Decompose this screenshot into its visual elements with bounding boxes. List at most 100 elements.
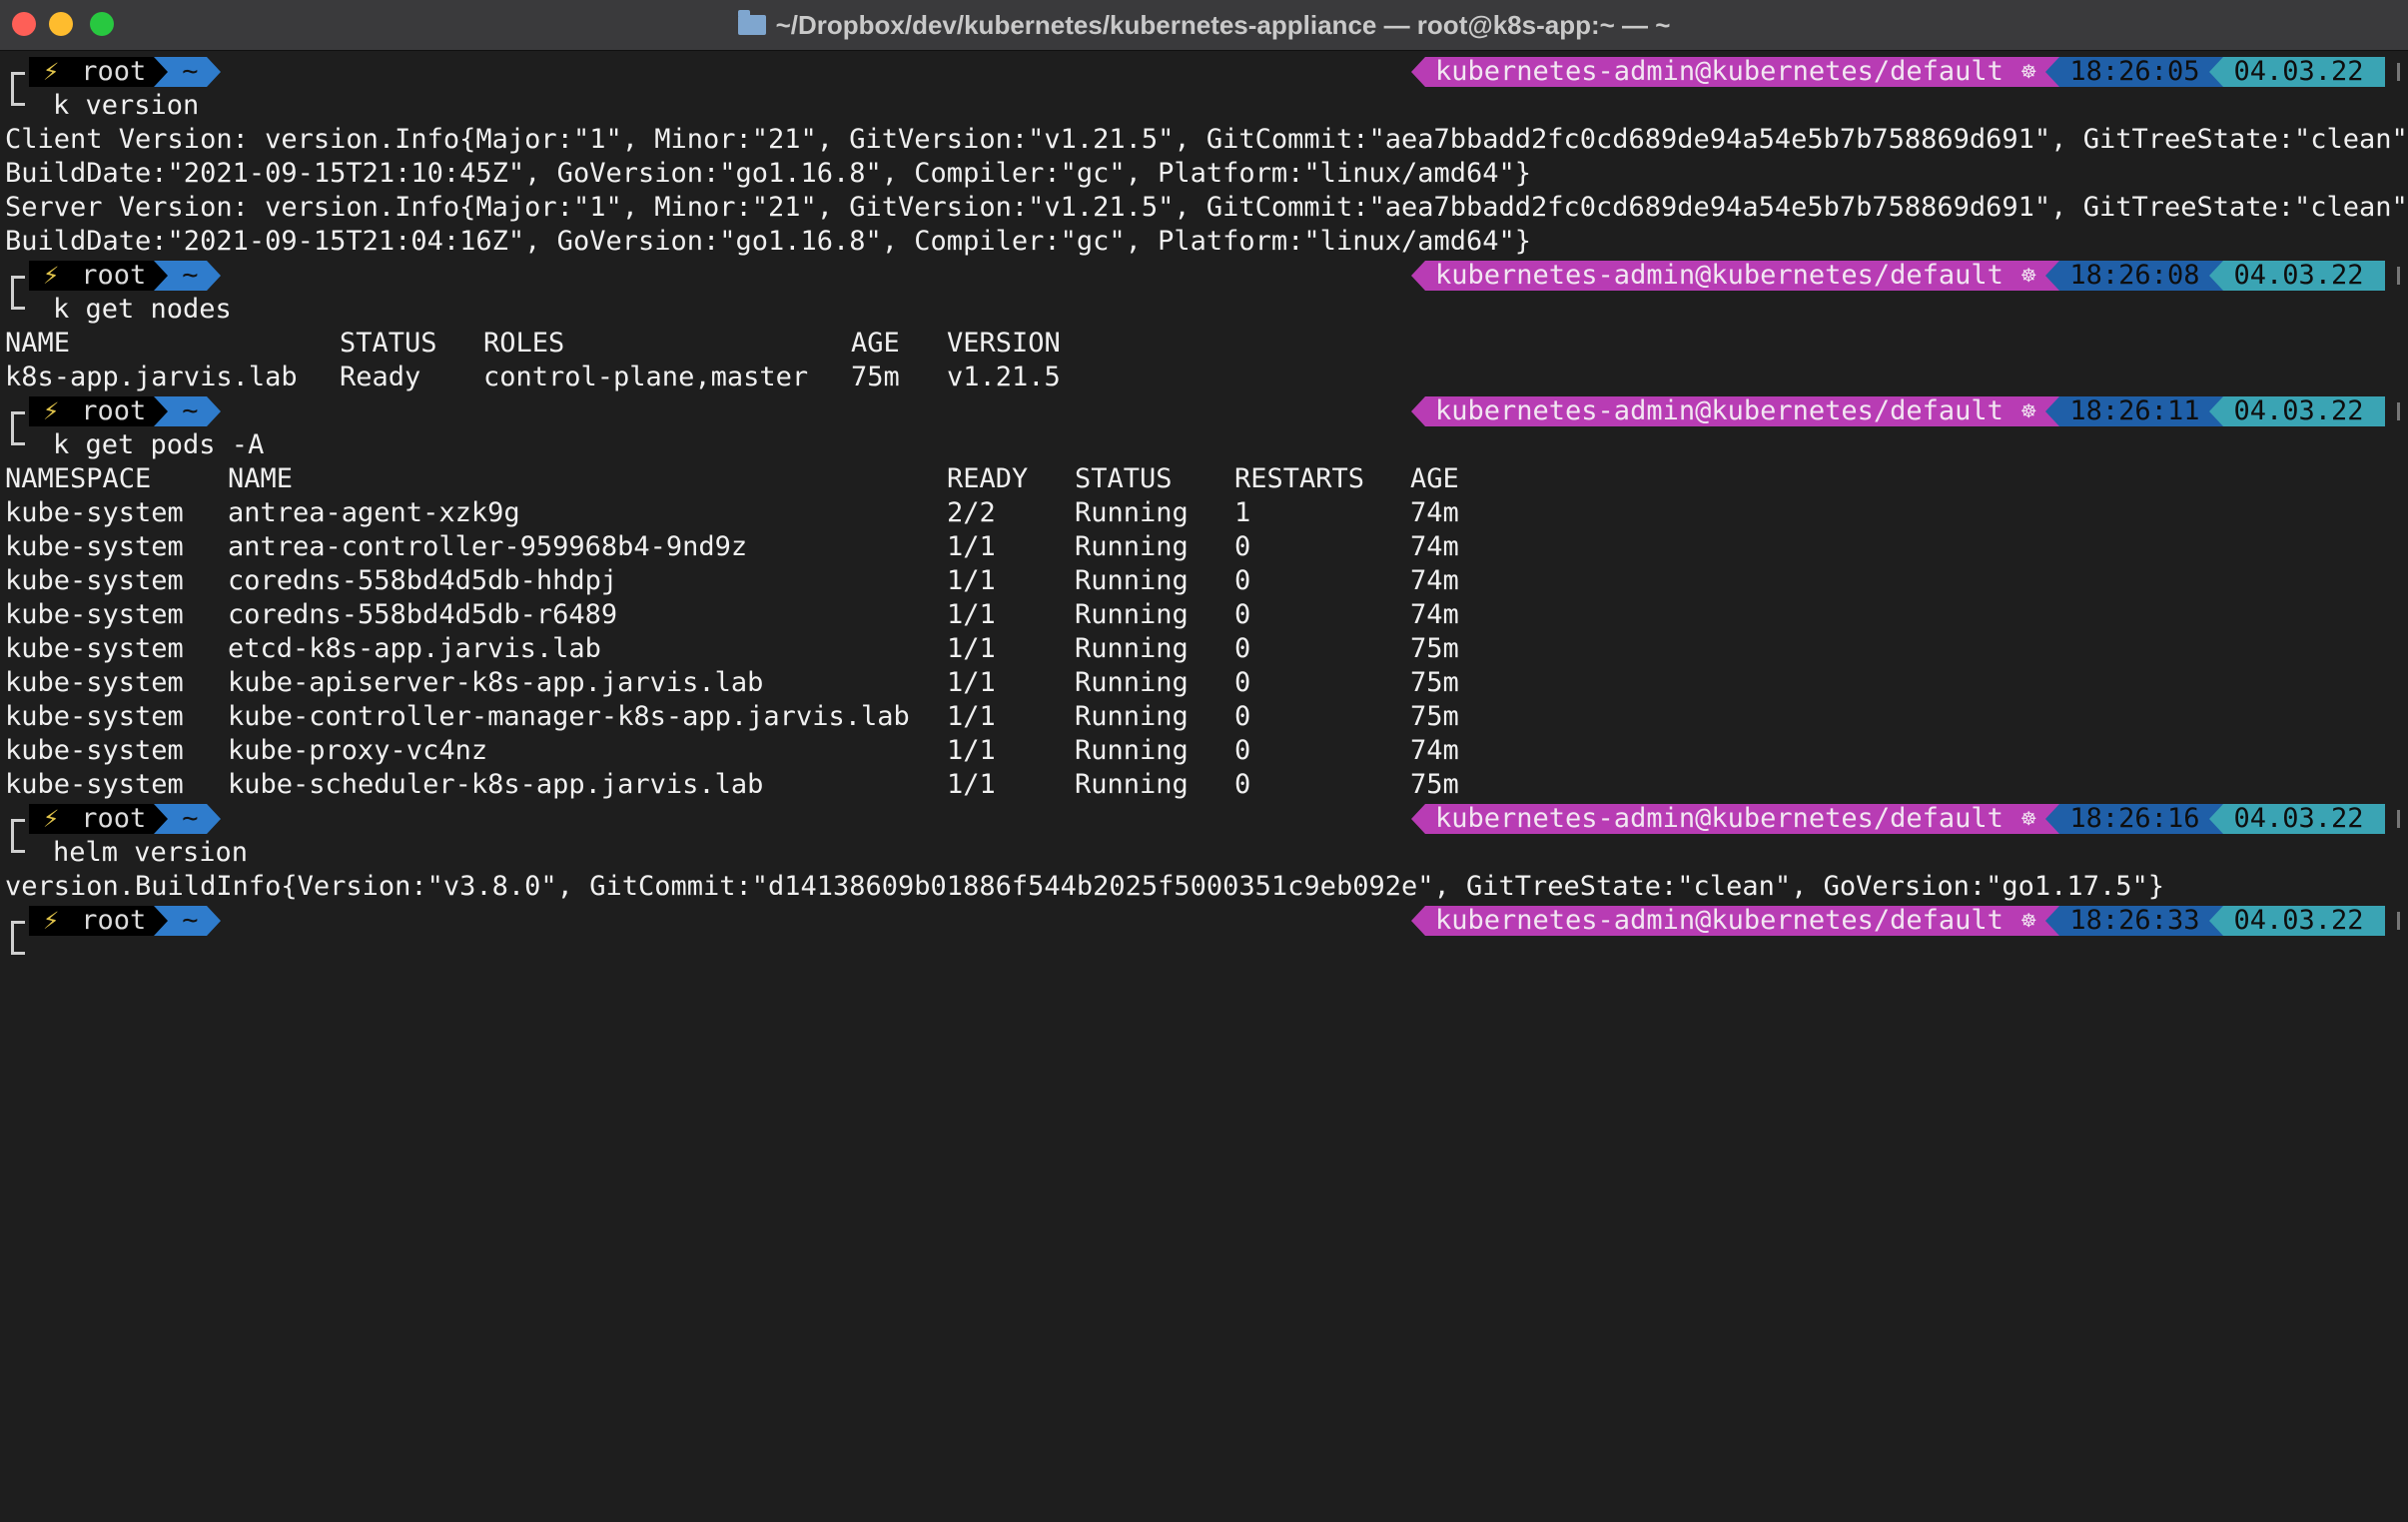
command-text[interactable]: helm version [53, 836, 248, 870]
right-prompt: kubernetes-admin@kubernetes/default ☸ 18:2… [1411, 259, 2386, 293]
table-row-cell: kube-system [5, 497, 184, 528]
prompt-corner-top [11, 819, 25, 836]
output-line: version.BuildInfo{Version:"v3.8.0", GitC… [0, 870, 2408, 904]
table-row-cell: Running [1075, 667, 1189, 698]
output-line: Server Version: version.Info{Major:"1", … [0, 191, 2408, 225]
k8s-context-segment: kubernetes-admin@kubernetes/default ☸ [1425, 260, 2046, 291]
table-header-cell: NAMESPACE [5, 463, 152, 494]
table-row-cell: Running [1075, 565, 1189, 596]
segment-separator [2209, 906, 2224, 936]
bolt-icon: ⚡ [43, 905, 60, 936]
output-line: BuildDate:"2021-09-15T21:04:16Z", GoVers… [0, 225, 2408, 259]
prompt-corner-bottom [11, 836, 25, 853]
k8s-context: kubernetes-admin@kubernetes/default [1435, 56, 2004, 87]
command-text[interactable]: k version [53, 89, 199, 123]
left-prompt: ⚡ root ~ [0, 394, 221, 428]
table-row: kube-system antrea-agent-xzk9g 2/2 Running 1… [0, 496, 2408, 530]
left-prompt: ⚡ root ~ [0, 259, 221, 293]
table-row-cell: Running [1075, 531, 1189, 562]
prompt-time: 18:26:33 [2069, 905, 2200, 936]
time-segment: 18:26:05 [2059, 56, 2210, 87]
command-text[interactable]: k get nodes [53, 293, 232, 327]
table-header-cell: RESTARTS [1234, 463, 1365, 494]
scroll-marker [2397, 402, 2400, 420]
table-row-cell: 0 [1234, 531, 1251, 562]
table-row-cell: 75m [1410, 769, 1459, 800]
table-row-cell: kube-system [5, 531, 184, 562]
window-title: ~/Dropbox/dev/kubernetes/kubernetes-appl… [775, 9, 1671, 40]
prompt-line: ⚡ root ~ kubernetes-admin@kubernetes/defaul… [0, 394, 2408, 428]
command-text[interactable]: k get pods -A [53, 428, 264, 462]
segment-separator [1411, 804, 1425, 834]
kubernetes-icon: ☸ [2020, 805, 2036, 833]
folder-icon [737, 10, 766, 35]
table-row-cell: control-plane,master [483, 362, 809, 392]
prompt-user-segment: ⚡ root [29, 803, 155, 834]
command-line: k get nodes [0, 293, 2408, 327]
prompt-dir: ~ [182, 803, 199, 834]
window-title-container: ~/Dropbox/dev/kubernetes/kubernetes-appl… [0, 0, 2408, 50]
right-prompt: kubernetes-admin@kubernetes/default ☸ 18:2… [1411, 55, 2386, 89]
prompt-line: ⚡ root ~ kubernetes-admin@kubernetes/defaul… [0, 904, 2408, 938]
table-row-cell: Running [1075, 633, 1189, 664]
segment-separator [206, 57, 221, 87]
table-row-cell: Running [1075, 735, 1189, 766]
segment-separator [154, 396, 169, 426]
table-row-cell: Running [1075, 497, 1189, 528]
right-prompt: kubernetes-admin@kubernetes/default ☸ 18:2… [1411, 904, 2386, 938]
segment-separator [2209, 261, 2224, 291]
prompt-dir: ~ [182, 905, 199, 936]
table-row-cell: coredns-558bd4d5db-r6489 [228, 599, 618, 630]
table-row-cell: kube-system [5, 599, 184, 630]
table-row-cell: antrea-agent-xzk9g [228, 497, 520, 528]
table-row-cell: Running [1075, 599, 1189, 630]
date-segment: 04.03.22 [2223, 395, 2386, 426]
segment-separator [2045, 804, 2060, 834]
table-row-cell: kube-system [5, 633, 184, 664]
k8s-context-segment: kubernetes-admin@kubernetes/default ☸ [1425, 56, 2046, 87]
segment-separator [1411, 396, 1425, 426]
table-row-cell: 1/1 [947, 701, 996, 732]
prompt-time: 18:26:16 [2069, 803, 2200, 834]
scroll-marker [2397, 63, 2400, 81]
table-row: kube-system kube-proxy-vc4nz 1/1 Running 0 74… [0, 734, 2408, 768]
table-row-cell: 74m [1410, 599, 1459, 630]
prompt-user-segment: ⚡ root [29, 260, 155, 291]
time-segment: 18:26:16 [2059, 803, 2210, 834]
table-row-cell: 0 [1234, 565, 1251, 596]
segment-separator [206, 261, 221, 291]
table-row-cell: Ready [340, 362, 421, 392]
table-header: NAMESPACE NAME READY STATUS RESTARTS AGE [0, 462, 2408, 496]
table-row-cell: 1 [1234, 497, 1251, 528]
segment-separator [1411, 261, 1425, 291]
table-row-cell: 75m [1410, 633, 1459, 664]
output-line: Client Version: version.Info{Major:"1", … [0, 123, 2408, 157]
table-row: kube-system kube-apiserver-k8s-app.jarvis… [0, 666, 2408, 700]
prompt-user: root [81, 395, 147, 426]
segment-separator [1411, 57, 1425, 87]
table-row-cell: 74m [1410, 531, 1459, 562]
segment-separator [154, 57, 169, 87]
table-row: kube-system kube-controller-manager-k8s-a… [0, 700, 2408, 734]
kubernetes-icon: ☸ [2020, 262, 2036, 290]
table-row-cell: kube-proxy-vc4nz [228, 735, 488, 766]
table-row-cell: 0 [1234, 667, 1251, 698]
table-row-cell: kube-system [5, 667, 184, 698]
bolt-icon: ⚡ [43, 395, 60, 426]
prompt-corner-bottom [11, 428, 25, 445]
k8s-context-segment: kubernetes-admin@kubernetes/default ☸ [1425, 395, 2046, 426]
table-row-cell: 0 [1234, 735, 1251, 766]
prompt-line: ⚡ root ~ kubernetes-admin@kubernetes/defaul… [0, 259, 2408, 293]
segment-separator [2209, 396, 2224, 426]
command-line [0, 938, 2408, 972]
table-row-cell: 0 [1234, 599, 1251, 630]
table-header-cell: STATUS [340, 328, 437, 359]
title-bar[interactable]: ~/Dropbox/dev/kubernetes/kubernetes-appl… [0, 0, 2408, 51]
right-prompt: kubernetes-admin@kubernetes/default ☸ 18:2… [1411, 394, 2386, 428]
command-line: helm version [0, 836, 2408, 870]
table-row: kube-system coredns-558bd4d5db-r6489 1/1 Ru… [0, 598, 2408, 632]
table-row-cell: 2/2 [947, 497, 996, 528]
prompt-date: 04.03.22 [2233, 395, 2364, 426]
table-row-cell: 1/1 [947, 599, 996, 630]
terminal-output[interactable]: ⚡ root ~ kubernetes-admin@kubernetes/defaul… [0, 50, 2408, 1522]
